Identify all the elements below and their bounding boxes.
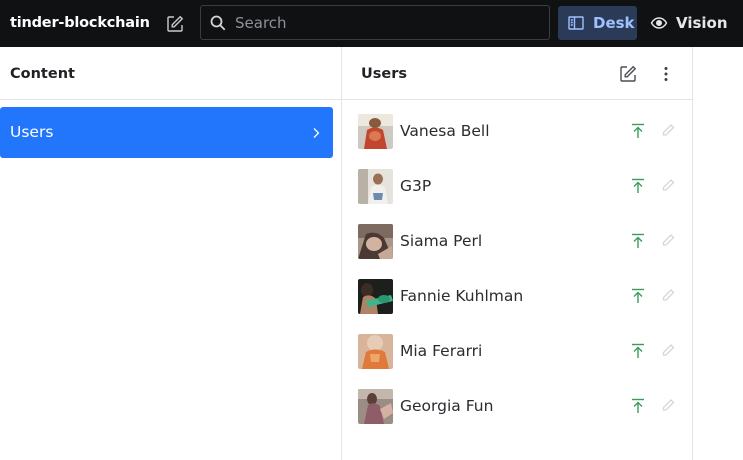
chevron-right-icon <box>313 128 320 138</box>
tool-vision-button[interactable]: Vision <box>641 6 731 40</box>
published-icon <box>632 123 644 138</box>
tool-desk-button[interactable]: Desk <box>558 6 637 40</box>
user-row[interactable]: Georgia Fun <box>342 380 692 435</box>
compose-icon <box>620 65 637 82</box>
content-pane: Content Users <box>0 47 342 460</box>
top-navbar: tinder-blockchain Desk <box>0 0 743 47</box>
content-pane-title: Content <box>10 66 75 82</box>
tool-desk-label: Desk <box>593 14 635 32</box>
tool-vision-label: Vision <box>676 14 728 32</box>
desk-panel-icon <box>566 13 586 33</box>
search-input[interactable] <box>233 6 543 39</box>
pencil-icon <box>662 179 675 191</box>
user-avatar <box>358 169 393 204</box>
more-vertical-icon <box>664 67 668 81</box>
published-icon <box>632 233 644 248</box>
users-pane-title: Users <box>361 66 408 82</box>
user-list: Vanesa Bell G3P Siama Perl Fannie Kuhlma… <box>342 105 692 435</box>
user-row[interactable]: Mia Ferarri <box>342 325 692 380</box>
published-icon <box>632 398 644 413</box>
user-avatar <box>358 389 393 424</box>
eye-icon <box>649 13 669 33</box>
user-avatar <box>358 224 393 259</box>
search-box <box>200 5 550 40</box>
user-avatar <box>358 279 393 314</box>
user-name: Fannie Kuhlman <box>400 287 524 305</box>
user-avatar <box>358 114 393 149</box>
content-item-label: Users <box>10 123 54 141</box>
users-pane-header: Users <box>342 47 692 100</box>
compose-icon <box>167 15 184 32</box>
content-pane-header: Content <box>0 47 341 100</box>
pencil-icon <box>662 344 675 356</box>
pencil-icon <box>662 289 675 301</box>
pencil-icon <box>662 399 675 411</box>
search-icon <box>210 15 226 31</box>
studio-brand-title[interactable]: tinder-blockchain <box>10 0 150 47</box>
published-icon <box>632 343 644 358</box>
user-name: G3P <box>400 177 432 195</box>
user-row[interactable]: Fannie Kuhlman <box>342 270 692 325</box>
pencil-icon <box>662 124 675 136</box>
published-icon <box>632 288 644 303</box>
user-name: Vanesa Bell <box>400 122 490 140</box>
pane-menu-button[interactable] <box>654 62 678 86</box>
user-name: Mia Ferarri <box>400 342 483 360</box>
create-user-button[interactable] <box>616 62 640 86</box>
user-row[interactable]: Vanesa Bell <box>342 105 692 160</box>
user-row[interactable]: Siama Perl <box>342 215 692 270</box>
user-row[interactable]: G3P <box>342 160 692 215</box>
pencil-icon <box>662 234 675 246</box>
user-name: Siama Perl <box>400 232 483 250</box>
new-document-button[interactable] <box>163 12 187 36</box>
content-item-users[interactable]: Users <box>0 107 333 158</box>
user-avatar <box>358 334 393 369</box>
user-name: Georgia Fun <box>400 397 494 415</box>
users-pane: Users Vanesa Bell G3P Siama Perl Fannie … <box>342 47 693 460</box>
published-icon <box>632 178 644 193</box>
